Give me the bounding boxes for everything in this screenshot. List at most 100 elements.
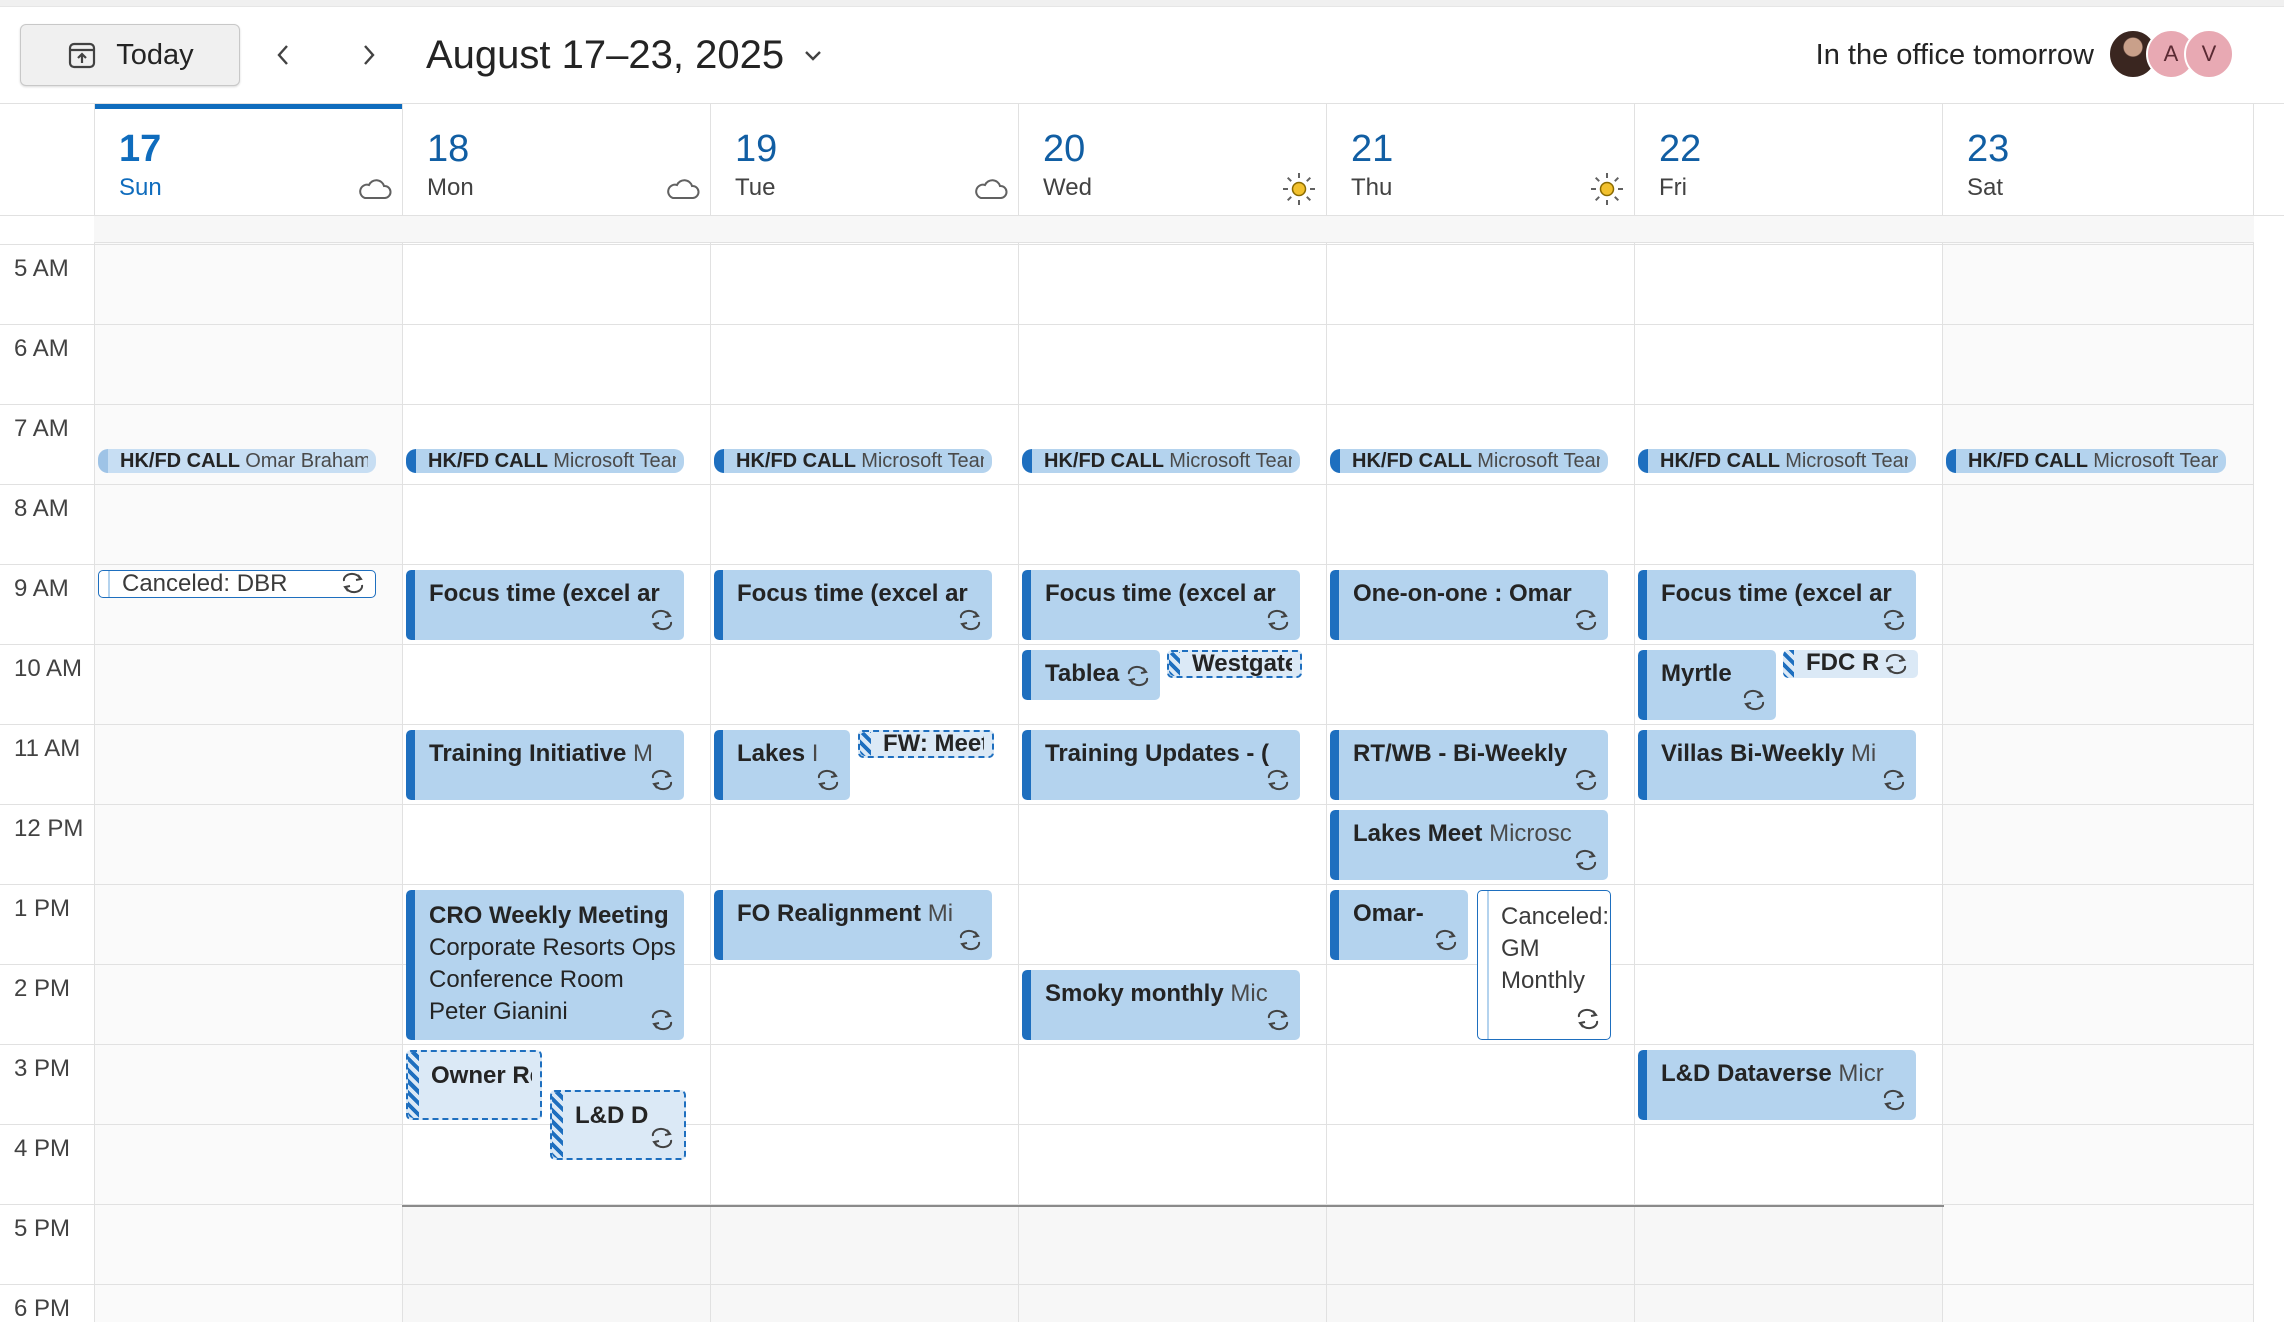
event-organizer: Peter Gianini [429,998,568,1025]
event-title: HK/FD CALL [736,450,856,472]
day-header-tue[interactable]: 19 Tue [710,104,1018,216]
day-weekday: Wed [1043,174,1092,201]
event-fo-realignment[interactable]: FO Realignment Mi [714,890,992,960]
event-focus-time[interactable]: Focus time (excel ar [1638,570,1916,640]
recurring-icon [959,609,981,631]
hour-label: 12 PM [14,815,84,842]
recurring-icon [1885,653,1907,675]
event-smoky-monthly[interactable]: Smoky monthly Mic [1022,970,1300,1040]
all-day-row[interactable] [94,216,2254,243]
event-lakes-meet[interactable]: Lakes Meet Microsc [1330,810,1608,880]
event-omar[interactable]: Omar- [1330,890,1468,960]
hour-label: 11 AM [14,735,81,762]
recurring-icon [817,769,839,791]
previous-week-button[interactable] [262,33,306,77]
event-title: Focus time (excel ar [1045,580,1276,607]
event-title: HK/FD CALL [1352,450,1472,472]
event-one-on-one[interactable]: One-on-one : Omar [1330,570,1608,640]
sun-icon [1591,173,1623,205]
today-label: Today [116,38,194,71]
event-title: FDC R [1806,650,1878,676]
event-location: Microsoft Tean [861,450,984,472]
event-title: HK/FD CALL [1044,450,1164,472]
day-number: 20 [1043,128,1086,170]
hour-line [0,804,2254,805]
hour-line [0,244,2254,245]
day-header-row: 17 Sun 18 Mon 19 Tue 20 Wed 21 Thu 22 Fr… [0,104,2284,216]
event-westgate[interactable]: Westgate [1167,650,1302,678]
event-rtwb-biweekly[interactable]: RT/WB - Bi-Weekly [1330,730,1608,800]
day-header-sat[interactable]: 23 Sat [1942,104,2254,216]
event-ld-dataverse[interactable]: L&D Dataverse Micr [1638,1050,1916,1120]
event-myrtle[interactable]: Myrtle [1638,650,1776,720]
event-focus-time[interactable]: Focus time (excel ar [714,570,992,640]
hour-label: 1 PM [14,895,71,922]
date-range-label: August 17–23, 2025 [426,32,785,77]
hour-label: 4 PM [14,1135,71,1162]
event-hkfd-call[interactable]: HK/FD CALL Omar Braham [98,449,376,473]
day-header-thu[interactable]: 21 Thu [1326,104,1634,216]
recurring-icon [1435,929,1457,951]
office-status-label[interactable]: In the office tomorrow [1816,39,2094,72]
event-training-updates[interactable]: Training Updates - ( [1022,730,1300,800]
event-focus-time[interactable]: Focus time (excel ar [1022,570,1300,640]
event-title: HK/FD CALL [1968,450,2088,472]
recurring-icon [1883,609,1905,631]
event-hkfd-call[interactable]: HK/FD CALL Microsoft Tean [1022,449,1300,473]
event-canceled-dbr[interactable]: Canceled: DBR [98,570,376,598]
day-header-sun[interactable]: 17 Sun [94,104,402,216]
event-title: HK/FD CALL [1660,450,1780,472]
recurring-icon [1267,769,1289,791]
event-lakes[interactable]: Lakes I [714,730,850,800]
event-focus-time[interactable]: Focus time (excel ar [406,570,684,640]
event-canceled-gm-monthly[interactable]: Canceled: GM Monthly [1477,890,1611,1040]
event-location: I [811,740,819,767]
calendar-toolbar: Today August 17–23, 2025 In the office t… [0,7,2284,104]
event-hkfd-call[interactable]: HK/FD CALL Microsoft Tean [1330,449,1608,473]
avatar[interactable]: V [2184,29,2234,79]
event-location: Microsoft Tean [553,450,676,472]
cloud-icon [667,179,700,199]
event-title: Villas Bi-Weekly [1661,740,1845,767]
office-avatars[interactable]: A V [2108,29,2238,81]
hour-line [0,1044,2254,1045]
next-week-button[interactable] [346,33,390,77]
event-hkfd-call[interactable]: HK/FD CALL Microsoft Tean [406,449,684,473]
event-fw-meet[interactable]: FW: Meet [858,730,994,758]
event-owner-review[interactable]: Owner Re [406,1050,542,1120]
event-hkfd-call[interactable]: HK/FD CALL Microsoft Tean [1946,449,2226,473]
hour-label: 3 PM [14,1055,71,1082]
event-title: L&D Dataverse [1661,1060,1832,1087]
event-hkfd-call[interactable]: HK/FD CALL Microsoft Tean [714,449,992,473]
event-location: Mi [927,900,954,927]
day-number: 18 [427,128,470,170]
recurring-icon [651,1009,673,1031]
event-description: Corporate Resorts Ops [429,934,676,961]
date-range-picker[interactable]: August 17–23, 2025 [426,27,826,83]
event-villas-biweekly[interactable]: Villas Bi-Weekly Mi [1638,730,1916,800]
event-location: Microsoft Tean [1785,450,1908,472]
event-cro-weekly-meeting[interactable]: CRO Weekly Meeting Corporate Resorts Ops… [406,890,684,1040]
day-header-wed[interactable]: 20 Wed [1018,104,1326,216]
day-header-mon[interactable]: 18 Mon [402,104,710,216]
recurring-icon [1267,1009,1289,1031]
calendar-today-icon [69,42,96,69]
day-weekday: Thu [1351,174,1393,201]
day-header-fri[interactable]: 22 Fri [1634,104,1942,216]
event-hkfd-call[interactable]: HK/FD CALL Microsoft Tean [1638,449,1916,473]
event-title-continued: Monthly [1501,967,1586,994]
event-title: Lakes [737,740,806,767]
chevron-left-icon [277,45,288,65]
recurring-icon [1267,609,1289,631]
today-button[interactable]: Today [20,24,240,86]
event-training-initiative[interactable]: Training Initiative M [406,730,684,800]
hour-label: 6 AM [14,335,69,362]
event-title: HK/FD CALL [120,450,240,472]
cloud-icon [359,179,392,199]
event-organizer: Omar Braham [245,450,368,472]
event-ld-d[interactable]: L&D D [550,1090,686,1160]
event-title: Smoky monthly [1045,980,1224,1007]
event-title: Lakes Meet [1353,820,1483,847]
event-tablea[interactable]: Tablea [1022,650,1160,700]
event-fdc[interactable]: FDC R [1783,650,1918,678]
